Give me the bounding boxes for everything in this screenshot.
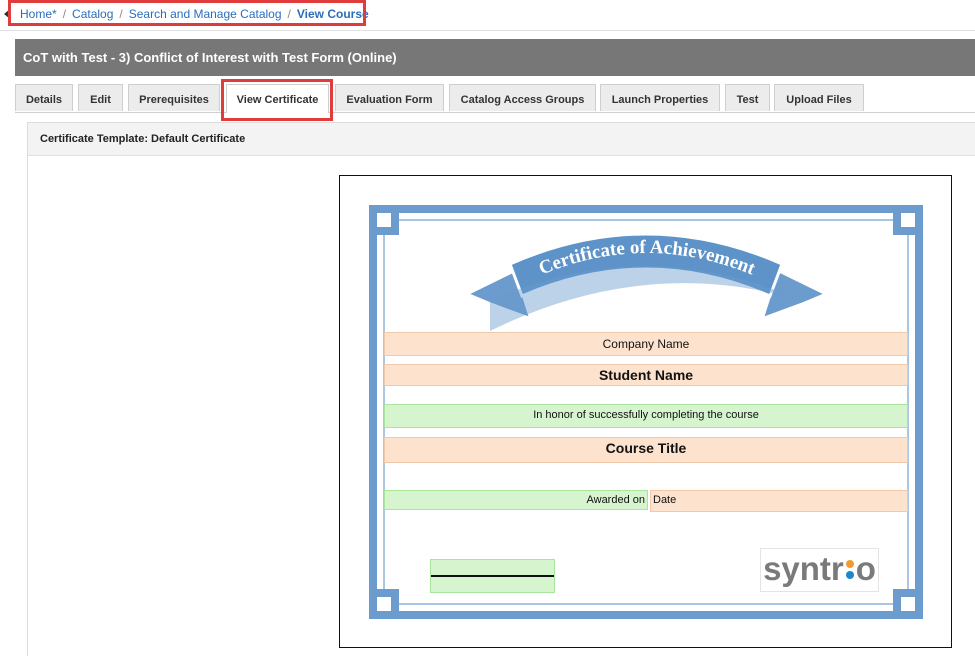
page-title: CoT with Test - 3) Conflict of Interest …	[15, 39, 975, 76]
breadcrumb-highlight-box	[8, 0, 366, 26]
tab-details[interactable]: Details	[15, 84, 73, 111]
tab-bar: Details Edit Prerequisites View Certific…	[15, 84, 975, 113]
course-title-field: Course Title	[384, 437, 908, 463]
date-field: Date	[650, 490, 908, 512]
tab-prerequisites[interactable]: Prerequisites	[128, 84, 220, 111]
awarded-on-label: Awarded on	[384, 490, 648, 510]
logo-text-start: syntr	[763, 550, 844, 587]
tab-edit[interactable]: Edit	[78, 84, 123, 111]
company-name-field: Company Name	[384, 332, 908, 356]
logo-dots-icon	[844, 558, 856, 582]
tab-test[interactable]: Test	[725, 84, 770, 111]
tab-catalog-access-groups[interactable]: Catalog Access Groups	[449, 84, 596, 111]
tab-evaluation-form[interactable]: Evaluation Form	[335, 84, 444, 111]
tab-upload-files[interactable]: Upload Files	[774, 84, 864, 111]
svg-text:Certificate of Achievement: Certificate of Achievement	[536, 237, 759, 280]
banner-text: Certificate of Achievement	[536, 237, 759, 280]
logo-text-end: o	[855, 550, 876, 587]
tab-highlight-box	[221, 79, 333, 121]
tab-launch-properties[interactable]: Launch Properties	[600, 84, 720, 111]
signature-field	[430, 559, 555, 593]
certificate-template-label: Certificate Template: Default Certificat…	[28, 123, 975, 156]
certificate-preview: Certificate of Achievement Company Name …	[339, 175, 952, 648]
signature-line	[431, 575, 554, 577]
syntrio-logo: syntr o	[760, 548, 879, 592]
student-name-field: Student Name	[384, 364, 908, 386]
honor-text-field: In honor of successfully completing the …	[384, 404, 908, 428]
